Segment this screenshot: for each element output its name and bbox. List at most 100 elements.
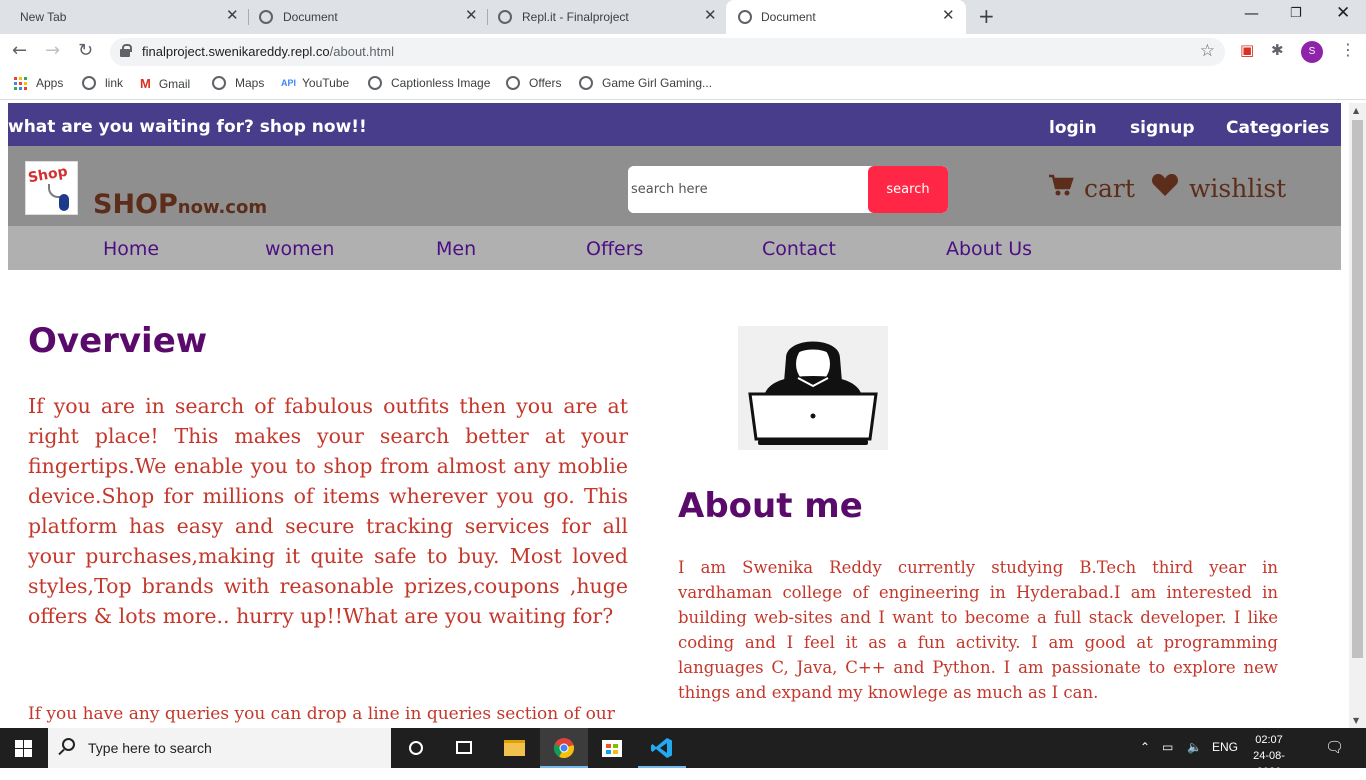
nav-offers[interactable]: Offers [586, 238, 643, 260]
nav-contact[interactable]: Contact [762, 238, 836, 260]
store-icon[interactable] [588, 728, 636, 768]
nav-women[interactable]: women [265, 238, 334, 260]
logo-text: Shop [26, 163, 69, 187]
cart-link[interactable]: cart [1048, 173, 1135, 203]
tab-new-tab[interactable]: New Tab ✕ [0, 0, 248, 34]
taskbar-search-placeholder: Type here to search [88, 740, 212, 756]
bookmark-label: Game Girl Gaming... [602, 76, 713, 90]
forward-arrow-icon[interactable]: → [45, 40, 60, 61]
extension-icon[interactable]: ▣ [1240, 41, 1254, 59]
chevron-up-icon[interactable]: ⌃ [1140, 740, 1150, 754]
cortana-icon[interactable] [392, 728, 440, 768]
main-nav: Home women Men Offers Contact About Us [8, 226, 1341, 270]
bookmark-captionless-image[interactable]: Captionless Image [368, 76, 490, 90]
tab-divider [248, 9, 249, 25]
windows-start-icon[interactable] [15, 740, 32, 757]
menu-kebab-icon[interactable]: ⋮ [1340, 40, 1356, 59]
apps-grid-icon [14, 76, 27, 90]
battery-icon[interactable]: ▭ [1162, 740, 1173, 754]
cart-label: cart [1084, 173, 1135, 203]
vscode-icon[interactable] [638, 728, 686, 768]
woman-laptop-icon [748, 341, 878, 445]
globe-icon [368, 76, 382, 90]
bookmark-youtube[interactable]: API YouTube [281, 76, 349, 90]
restore-button[interactable]: ❐ [1290, 6, 1302, 21]
volume-icon[interactable]: 🔈 [1187, 740, 1202, 754]
page-viewport: what are you waiting for? shop now!! log… [0, 103, 1366, 728]
site-logo[interactable]: Shop [25, 161, 78, 215]
task-view-icon[interactable] [440, 728, 488, 768]
scroll-down-arrow-icon[interactable]: ▼ [1353, 716, 1359, 725]
bookmark-gmail[interactable]: M Gmail [140, 76, 190, 91]
signup-link[interactable]: signup [1130, 118, 1195, 138]
clock-time: 02:07 [1255, 734, 1283, 746]
overview-heading: Overview [28, 321, 208, 361]
clock-date: 24-08-2020 [1253, 750, 1285, 778]
address-bar[interactable]: finalproject.swenikareddy.repl.co/about.… [110, 38, 1225, 66]
nav-home[interactable]: Home [103, 238, 159, 260]
overview-paragraph: If you are in search of fabulous outfits… [28, 394, 628, 628]
bookmark-game-girl-gaming[interactable]: Game Girl Gaming... [579, 76, 712, 90]
globe-icon [259, 10, 273, 24]
queries-paragraph: If you have any queries you can drop a l… [28, 704, 615, 724]
chrome-taskbar-icon[interactable] [540, 728, 588, 768]
page-scrollbar[interactable]: ▲ ▼ [1349, 103, 1366, 728]
search-button[interactable]: search [868, 166, 948, 213]
bookmark-apps[interactable]: Apps [14, 76, 63, 90]
close-icon[interactable]: ✕ [226, 6, 239, 24]
tab-title: Document [761, 10, 816, 24]
reload-icon[interactable]: ↻ [78, 40, 93, 61]
tab-document-active[interactable]: Document ✕ [726, 0, 966, 34]
gmail-icon: M [140, 76, 151, 91]
close-icon[interactable]: ✕ [942, 6, 955, 24]
wishlist-label: wishlist [1189, 173, 1287, 203]
bookmark-link[interactable]: link [82, 76, 123, 90]
bookmark-offers[interactable]: Offers [506, 76, 561, 90]
replit-icon [498, 10, 512, 24]
window-close-button[interactable]: ✕ [1336, 3, 1350, 23]
taskbar-search-box[interactable]: Type here to search [48, 728, 391, 768]
search-icon [62, 738, 75, 751]
globe-icon [212, 76, 226, 90]
tab-document[interactable]: Document ✕ [259, 0, 487, 34]
profile-avatar[interactable]: S [1301, 41, 1323, 63]
tab-replit[interactable]: Repl.it - Finalproject ✕ [498, 0, 726, 34]
cart-icon [1048, 173, 1074, 203]
promo-message: what are you waiting for? shop now!! [8, 117, 367, 137]
new-tab-button[interactable]: + [978, 4, 995, 28]
puzzle-icon[interactable]: ✱ [1271, 41, 1284, 59]
back-arrow-icon[interactable]: ← [12, 40, 27, 61]
site-header: Shop SHOPnow.com search cart wishlist [8, 146, 1341, 226]
bookmark-label: Captionless Image [391, 76, 491, 90]
mouse-icon [59, 194, 69, 211]
nav-men[interactable]: Men [436, 238, 476, 260]
close-icon[interactable]: ✕ [704, 6, 717, 24]
minimize-button[interactable]: — [1244, 4, 1259, 22]
bookmark-star-icon[interactable]: ☆ [1200, 41, 1215, 61]
tab-divider [487, 9, 488, 25]
url-host: finalproject.swenikareddy.repl.co [142, 44, 330, 59]
scrollbar-thumb[interactable] [1352, 120, 1363, 658]
bookmark-maps[interactable]: Maps [212, 76, 264, 90]
notification-icon[interactable]: 🗨 [1325, 738, 1344, 756]
wishlist-link[interactable]: wishlist [1151, 173, 1286, 203]
scroll-up-arrow-icon[interactable]: ▲ [1353, 106, 1359, 115]
url-path: /about.html [329, 44, 394, 59]
nav-about-us[interactable]: About Us [946, 238, 1032, 260]
promo-bar: what are you waiting for? shop now!! log… [8, 103, 1341, 146]
language-indicator[interactable]: ENG [1212, 740, 1238, 754]
search-input[interactable] [628, 166, 868, 213]
close-icon[interactable]: ✕ [465, 6, 478, 24]
api-icon: API [281, 78, 297, 88]
tab-title: New Tab [20, 10, 67, 24]
login-link[interactable]: login [1049, 118, 1097, 138]
bookmark-label: Apps [36, 76, 64, 90]
globe-icon [506, 76, 520, 90]
file-explorer-icon[interactable] [490, 728, 538, 768]
system-clock[interactable]: 02:07 24-08-2020 [1244, 732, 1294, 780]
url-text: finalproject.swenikareddy.repl.co/about.… [142, 44, 394, 59]
globe-icon [82, 76, 96, 90]
bookmark-label: link [105, 76, 124, 90]
brand-name: SHOPnow.com [93, 189, 267, 220]
categories-link[interactable]: Categories [1226, 118, 1329, 138]
